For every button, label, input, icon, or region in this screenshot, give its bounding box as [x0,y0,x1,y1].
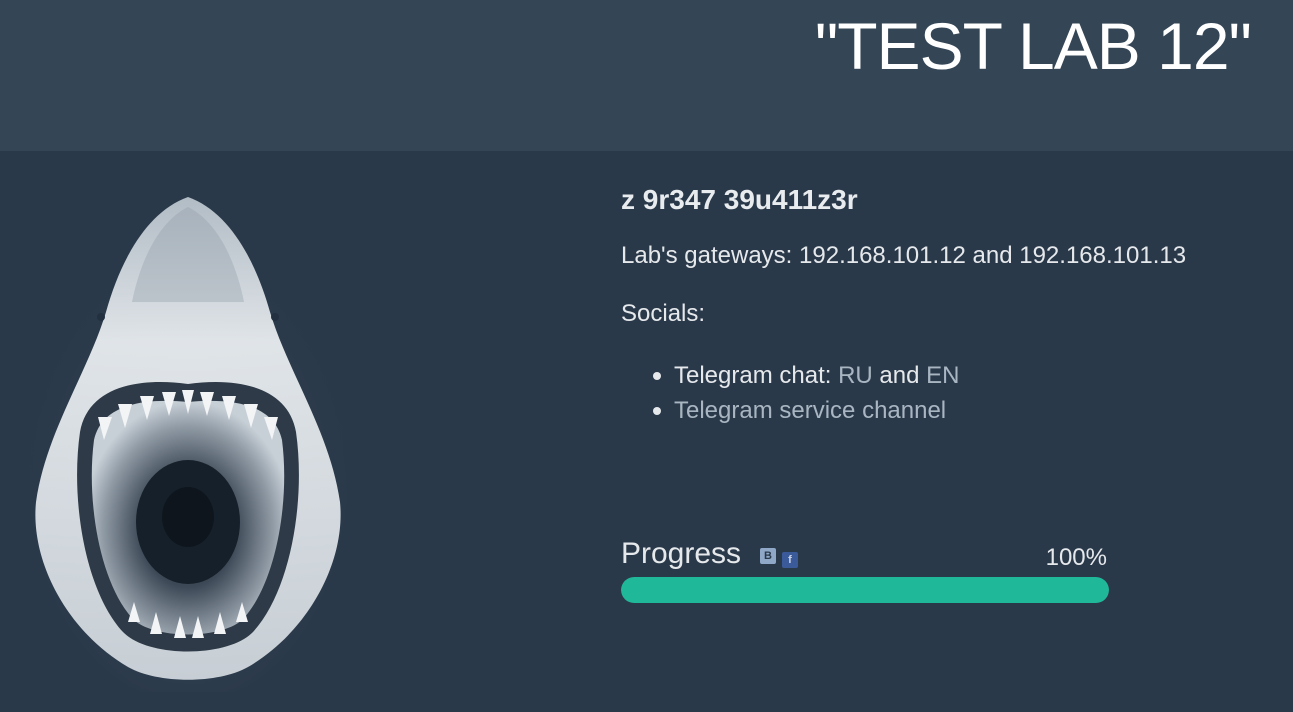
facebook-icon[interactable]: f [782,552,798,568]
lab-heading: z 9r347 39u411z3r [621,184,858,215]
progress-section: Progress Bf 100% [621,537,1109,603]
telegram-chat-ru-link[interactable]: RU [838,362,873,389]
telegram-chat-label: Telegram chat: [674,362,839,389]
progress-bar [621,577,1109,603]
list-item: Telegram chat: RU and EN [653,358,1281,393]
progress-label: Progress [621,537,742,570]
lab-gateways-text: Lab's gateways: 192.168.101.12 and 192.1… [621,242,1187,269]
telegram-service-channel-link[interactable]: Telegram service channel [674,397,946,424]
shark-image [28,197,348,692]
list-item: Telegram service channel [653,393,1281,428]
telegram-chat-en-link[interactable]: EN [926,362,959,389]
progress-bar-fill [621,577,1109,603]
and-text: and [872,362,927,389]
progress-percent: 100% [1045,544,1107,571]
socials-label: Socials: [621,300,706,327]
socials-list: Telegram chat: RU and EN Telegram servic… [653,358,1281,428]
share-icons: Bf [760,548,804,568]
page-header: "TEST LAB 12" [0,0,1293,151]
lab-info: z 9r347 39u411z3r Lab's gateways: 192.16… [621,180,1281,428]
vk-icon[interactable]: B [760,548,776,564]
page-title: "TEST LAB 12" [814,9,1252,83]
